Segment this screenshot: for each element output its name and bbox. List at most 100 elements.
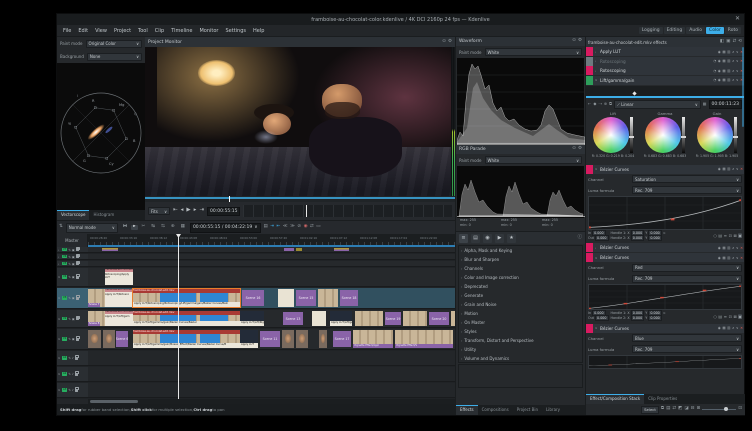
show-effect-icon[interactable]: ◉: [718, 326, 721, 330]
clip[interactable]: [312, 311, 326, 326]
curve-header[interactable]: ∨Bézier Curves◉▦▥∧∨✕: [586, 253, 744, 262]
track-name-chip[interactable]: V1: [62, 337, 67, 341]
save-effect-icon[interactable]: ▥: [727, 69, 730, 73]
category-color-and-image-correction[interactable]: ›Color and Image correction: [459, 273, 582, 282]
delete-point-icon[interactable]: ⊠: [733, 314, 736, 319]
show-effect-icon[interactable]: ◉: [718, 69, 721, 73]
clip[interactable]: [318, 289, 338, 307]
zone-effect-icon[interactable]: ▦: [722, 256, 725, 260]
clip[interactable]: framboise-au-chocolat-edit.mkvApply LUT/…: [105, 289, 133, 307]
lock-track-icon[interactable]: [76, 317, 79, 320]
save-effect-icon[interactable]: ▥: [727, 59, 730, 63]
clip[interactable]: [296, 330, 308, 348]
track-name-chip[interactable]: A1: [62, 356, 67, 360]
track-header-a1[interactable]: ∨A1✎♪: [57, 351, 88, 366]
menu-timeline[interactable]: Timeline: [168, 27, 195, 35]
clip[interactable]: framboise-au-chocolat-edit.mkvApply LUT/…: [105, 311, 133, 326]
track-lane-v7[interactable]: [88, 247, 455, 253]
track-name-chip[interactable]: V2: [62, 317, 67, 321]
collapse-track-icon[interactable]: ∨: [58, 275, 61, 279]
hide-track-icon[interactable]: ▣: [72, 317, 75, 321]
track-lane-v5[interactable]: [88, 261, 455, 267]
expand-effect-icon[interactable]: ›: [595, 59, 598, 63]
video-effects-icon[interactable]: ▶: [495, 234, 504, 243]
keyframe-timecode[interactable]: 00:00:11:23: [709, 100, 742, 109]
monitor-header[interactable]: Project Monitor ⊙⚙: [145, 37, 455, 47]
scope-tab-vectorscope[interactable]: Vectorscope: [57, 210, 89, 220]
scope-tab-histogram[interactable]: Histogram: [89, 210, 118, 220]
video-frame[interactable]: [145, 47, 455, 196]
clip[interactable]: Apply LUT: [240, 330, 258, 348]
layout-color[interactable]: Color: [706, 27, 724, 34]
category-volume-and-dynamics[interactable]: ›Volume and Dynamics: [459, 354, 582, 363]
clip[interactable]: [403, 311, 427, 326]
info-icon[interactable]: ⓘ: [578, 236, 583, 241]
close-icon[interactable]: ✕: [735, 15, 740, 22]
handle2-x[interactable]: 0.000: [631, 315, 644, 321]
hscrollbar-handle[interactable]: [90, 400, 138, 403]
clip[interactable]: framboise-au-chocolat-edit.mkvApply LUT/…: [133, 330, 240, 348]
flag-icon[interactable]: ◩: [678, 407, 682, 412]
move-down-icon[interactable]: ∨: [736, 326, 739, 330]
track-header-a3[interactable]: ∨A3✎♪: [57, 383, 88, 398]
grid-lines-icon[interactable]: ▤: [718, 314, 722, 319]
monitor-zoom-select[interactable]: Fits∨: [148, 207, 170, 215]
delete-icon[interactable]: ⊘: [297, 225, 301, 230]
zone-effect-icon[interactable]: ▦: [722, 59, 725, 63]
edit-track-icon[interactable]: ✎: [68, 296, 71, 300]
interpolation-select[interactable]: ⟋ Linear∨: [614, 100, 701, 109]
move-down-icon[interactable]: ∨: [736, 59, 739, 63]
track-header-v3[interactable]: ∨V3✎▣: [57, 288, 88, 309]
clip[interactable]: framboise-au-chocolat-edit.mkvRotoscopin…: [105, 269, 133, 285]
effect-row-apply-lut-0[interactable]: ›Apply LUT◉▦▥∧∨✕: [586, 47, 744, 56]
gain-slider[interactable]: [734, 117, 737, 153]
layout-roto[interactable]: Roto: [725, 27, 741, 34]
curve-header[interactable]: ∨Bézier Curves◉▦▥∧∨✕: [586, 324, 744, 333]
center-keyframe-icon[interactable]: ⊕: [604, 102, 607, 106]
rgb-parade-header[interactable]: RGB Parade ⊙⚙: [456, 145, 585, 154]
go-start-icon[interactable]: ⇤: [173, 208, 178, 214]
category-blur-and-sharpen[interactable]: ›Blur and Sharpen: [459, 255, 582, 264]
clip[interactable]: [355, 311, 383, 326]
track-name-chip[interactable]: V6: [62, 255, 67, 259]
lock-track-icon[interactable]: [76, 262, 79, 265]
curve-editor[interactable]: [588, 355, 742, 369]
menu-settings[interactable]: Settings: [223, 27, 250, 35]
clip[interactable]: [103, 330, 115, 348]
menu-monitor[interactable]: Monitor: [196, 27, 221, 35]
resize-icon[interactable]: ⊡: [729, 233, 732, 238]
effect-row-lift-gamma-gain-3[interactable]: ∨Lift/gamma/gain◔◉▦▥∧∨✕: [586, 76, 744, 85]
stack-tab-effect-composition-stack[interactable]: Effect/Composition Stack: [586, 394, 644, 404]
frame-forward-icon[interactable]: ▸: [194, 208, 197, 214]
switch-target-icon[interactable]: ⇄: [310, 225, 314, 230]
track-header-v2[interactable]: ∨V2✎▣: [57, 310, 88, 328]
clip[interactable]: [319, 330, 327, 348]
category-deprecated[interactable]: ›Deprecated: [459, 282, 582, 291]
track-lane-a1[interactable]: [88, 351, 455, 366]
flag-alt-icon[interactable]: ◪: [684, 407, 688, 412]
select-tool-icon[interactable]: ▸: [131, 225, 137, 230]
clip[interactable]: Apply LUT/Lift/Rig: [240, 311, 264, 326]
edit-track-icon[interactable]: ✎: [68, 388, 71, 392]
category-generate[interactable]: ›Generate: [459, 291, 582, 300]
clip[interactable]: [296, 248, 302, 251]
pixmap-icon[interactable]: ≡: [724, 314, 727, 319]
track-header-v1[interactable]: ∨V1✎▣: [57, 329, 88, 350]
collapse-track-icon[interactable]: ∨: [58, 317, 61, 321]
track-lane-v2[interactable]: Scene 8framboise-au-chocolat-edit.mkvApp…: [88, 310, 455, 328]
effect-row-rotoscoping-1[interactable]: ›Rotoscoping◔◉▦▥∧∨✕: [586, 57, 744, 66]
edit-track-icon[interactable]: ✎: [68, 317, 71, 321]
curve-editor[interactable]: [588, 284, 742, 310]
layout-editing[interactable]: Editing: [664, 27, 686, 34]
effect-row-rotoscoping-2[interactable]: ›Rotoscoping◔◉▦▥∧∨✕: [586, 66, 744, 75]
move-down-icon[interactable]: ∨: [736, 78, 739, 82]
clip[interactable]: framboise-au-chocolat-edit.mkvApply LUT/…: [133, 311, 240, 326]
save-effect-icon[interactable]: ▥: [727, 50, 730, 54]
scene-tag[interactable]: Scene 13: [283, 312, 303, 325]
menu-help[interactable]: Help: [250, 27, 267, 35]
delete-effect-icon[interactable]: ✕: [740, 246, 743, 250]
gear-icon[interactable]: ⚙: [578, 147, 582, 152]
stack-zoom-slider[interactable]: [702, 409, 736, 410]
background-select[interactable]: None∨: [87, 53, 142, 61]
paint-mode-select[interactable]: Original Color∨: [86, 40, 142, 48]
